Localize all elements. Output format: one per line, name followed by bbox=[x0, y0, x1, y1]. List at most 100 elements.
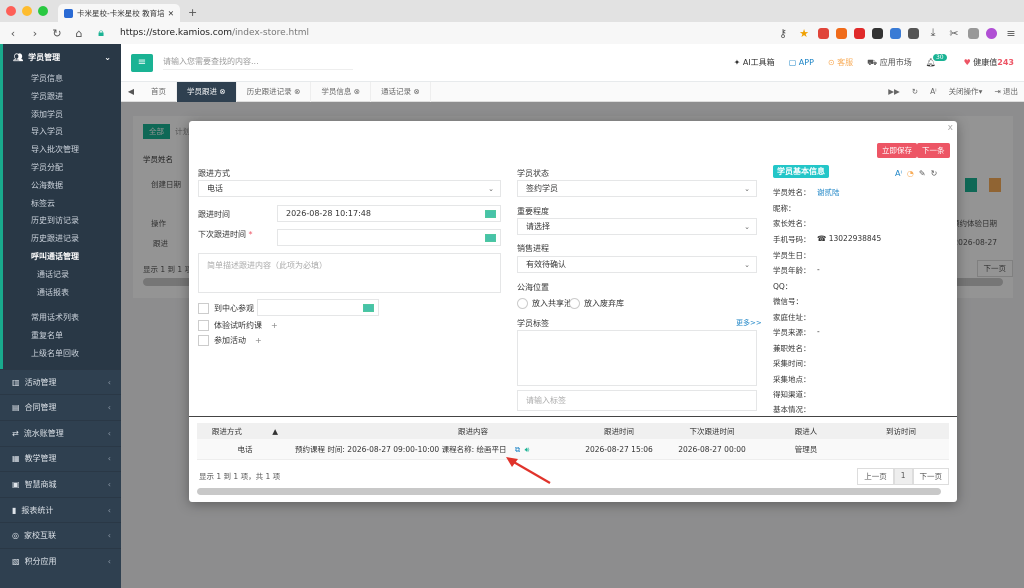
trial-class-checkbox[interactable]: 体验试听约课 + bbox=[198, 320, 278, 331]
extension-icon[interactable] bbox=[854, 27, 865, 39]
sidebar-sub-item[interactable]: 公海数据 bbox=[3, 177, 121, 195]
close-icon[interactable]: ⊗ bbox=[354, 87, 360, 96]
minimize-window-icon[interactable] bbox=[22, 6, 32, 16]
sidebar-sub-item[interactable]: 历史跟进记录 bbox=[3, 230, 121, 248]
extension-icon[interactable] bbox=[836, 27, 847, 39]
forward-icon[interactable]: › bbox=[28, 27, 42, 40]
sidebar-item-teaching[interactable]: ▦ 教学管理 ‹ bbox=[0, 445, 121, 472]
refresh-icon[interactable]: ↻ bbox=[931, 169, 938, 178]
address-bar[interactable]: https://store.kamios.com/index-store.htm… bbox=[120, 28, 309, 38]
sidebar-sub-item[interactable]: 导入批次管理 bbox=[3, 141, 121, 159]
checkbox-box[interactable] bbox=[198, 303, 209, 314]
column-header[interactable]: 跟进方式 ▲ bbox=[197, 426, 293, 437]
sidebar-sub-item[interactable]: 通话报表 bbox=[3, 284, 121, 302]
student-status-select[interactable]: 签约学员 ⌄ bbox=[517, 180, 757, 197]
save-now-button[interactable]: 立即保存 bbox=[877, 143, 917, 158]
sidebar-sub-item[interactable]: 学员信息 bbox=[3, 70, 121, 88]
tab-student-follow[interactable]: 学员跟进 ⊗ bbox=[177, 81, 237, 102]
key-icon[interactable]: ⚷ bbox=[776, 27, 790, 40]
table-scrollbar[interactable] bbox=[197, 488, 941, 495]
tabs-scroll-left-icon[interactable]: ◀ bbox=[121, 87, 141, 96]
sidebar-sub-item[interactable]: 导入学员 bbox=[3, 123, 121, 141]
sidebar-item-activity[interactable]: ▥ 活动管理 ‹ bbox=[0, 368, 121, 395]
plus-icon[interactable]: + bbox=[271, 321, 278, 330]
menu-icon[interactable]: ≡ bbox=[1004, 27, 1018, 40]
ai-toolbox-link[interactable]: ✦ AI工具箱 bbox=[734, 57, 775, 68]
tabs-scroll-right-icon[interactable]: ▶▶ bbox=[888, 87, 900, 96]
global-search-input[interactable]: 请输入您需要查找的内容... bbox=[163, 56, 353, 70]
radio-circle[interactable] bbox=[569, 298, 580, 309]
customer-service-link[interactable]: ⊙ 客服 bbox=[828, 57, 853, 68]
sales-process-select[interactable]: 有效待确认 ⌄ bbox=[517, 256, 757, 273]
sidebar-item-points[interactable]: ▧ 积分应用 ‹ bbox=[0, 547, 121, 574]
new-tab-icon[interactable]: + bbox=[188, 4, 197, 22]
close-icon[interactable]: ⊗ bbox=[413, 87, 419, 96]
pool-discard-radio[interactable]: 放入废弃库 bbox=[569, 298, 624, 309]
info-value[interactable]: ☎ 13022938845 bbox=[817, 234, 881, 243]
sidebar-sub-item[interactable]: 标签云 bbox=[3, 195, 121, 213]
sidebar-sub-group[interactable]: 呼叫通话管理 bbox=[3, 248, 121, 266]
speaker-icon[interactable]: 🔊︎ bbox=[525, 445, 530, 454]
close-tab-icon[interactable]: ✕ bbox=[168, 9, 174, 18]
sidebar-sub-item[interactable]: 学员分配 bbox=[3, 159, 121, 177]
student-name-link[interactable]: 谢贰陆 bbox=[817, 187, 840, 198]
importance-select[interactable]: 请选择 ⌄ bbox=[517, 218, 757, 235]
sidebar-item-reports[interactable]: ▮ 报表统计 ‹ bbox=[0, 496, 121, 523]
sidebar-sub-item[interactable]: 上级名单回收 bbox=[3, 345, 121, 363]
maximize-window-icon[interactable] bbox=[38, 6, 48, 16]
next-record-button[interactable]: 下一条 bbox=[917, 143, 950, 158]
ai-icon[interactable]: Aⁱ bbox=[895, 169, 902, 178]
health-value[interactable]: ♥ 健康值243 bbox=[964, 57, 1014, 68]
close-window-icon[interactable] bbox=[6, 6, 16, 16]
next-time-input[interactable] bbox=[277, 229, 501, 246]
sidebar-sub-item[interactable]: 历史到访记录 bbox=[3, 212, 121, 230]
tab-student-info[interactable]: 学员信息 ⊗ bbox=[311, 81, 372, 102]
edit-icon[interactable]: ✎ bbox=[919, 169, 926, 178]
logout-link[interactable]: ⇥ 退出 bbox=[994, 86, 1018, 97]
close-ops-dropdown[interactable]: 关闭操作▾ bbox=[949, 86, 983, 97]
sidebar-sub-item[interactable]: 添加学员 bbox=[3, 106, 121, 124]
extension-icon[interactable] bbox=[968, 27, 979, 39]
sort-asc-icon[interactable]: ▲ bbox=[272, 427, 278, 436]
follow-time-input[interactable]: 2026-08-28 10:17:48 bbox=[277, 205, 501, 222]
tab-home[interactable]: 首页 bbox=[141, 81, 177, 102]
reload-icon[interactable]: ↻ bbox=[50, 27, 64, 40]
close-icon[interactable]: ⊗ bbox=[219, 87, 225, 96]
ai-icon[interactable]: Aⁱ bbox=[930, 87, 936, 96]
prev-page-button[interactable]: 上一页 bbox=[857, 468, 894, 485]
home-icon[interactable]: ⌂ bbox=[72, 27, 86, 40]
sidebar-item-contract[interactable]: ▤ 合同管理 ‹ bbox=[0, 394, 121, 420]
follow-way-select[interactable]: 电话 ⌄ bbox=[198, 180, 501, 197]
tab-call-records[interactable]: 通话记录 ⊗ bbox=[371, 81, 431, 102]
tab-history-follow[interactable]: 历史跟进记录 ⊗ bbox=[237, 81, 312, 102]
sidebar-sub-item[interactable]: 学员跟进 bbox=[3, 88, 121, 106]
refresh-icon[interactable]: ↻ bbox=[912, 87, 918, 96]
sidebar-sub-item[interactable]: 常用话术列表 bbox=[3, 309, 121, 327]
close-icon[interactable]: ⊗ bbox=[294, 87, 300, 96]
camera-icon[interactable] bbox=[908, 27, 919, 39]
comment-icon[interactable]: ◔ bbox=[907, 169, 914, 178]
bell-icon[interactable]: 🔔︎30 bbox=[926, 54, 950, 67]
app-market-link[interactable]: ⛟ 应用市场 bbox=[867, 57, 912, 68]
pool-shared-radio[interactable]: 放入共享池 bbox=[517, 298, 572, 309]
calendar-icon[interactable] bbox=[485, 233, 496, 242]
checkbox-box[interactable] bbox=[198, 320, 209, 331]
sidebar-item-mall[interactable]: ▣ 智慧商城 ‹ bbox=[0, 471, 121, 497]
activity-checkbox[interactable]: 参加活动 + bbox=[198, 335, 262, 346]
calendar-icon[interactable] bbox=[485, 209, 496, 218]
scissors-icon[interactable]: ✂ bbox=[947, 27, 961, 40]
visit-center-checkbox[interactable]: 到中心参观 bbox=[198, 303, 254, 314]
extension-icon[interactable] bbox=[818, 27, 829, 39]
visit-date-input[interactable] bbox=[257, 299, 379, 316]
plus-icon[interactable]: + bbox=[255, 336, 262, 345]
browser-tab[interactable]: 卡米星校-卡米星校 教育培训L ✕ bbox=[58, 4, 180, 22]
extension-icon[interactable] bbox=[986, 27, 997, 39]
radio-circle[interactable] bbox=[517, 298, 528, 309]
sidebar-sub-item[interactable]: 通话记录 bbox=[3, 266, 121, 284]
page-number-button[interactable]: 1 bbox=[893, 468, 913, 485]
checkbox-box[interactable] bbox=[198, 335, 209, 346]
table-row[interactable]: 电话 预约课程 时间: 2026-08-27 09:00-10:00 课程名称:… bbox=[197, 439, 949, 460]
next-page-button[interactable]: 下一页 bbox=[912, 468, 949, 485]
calendar-icon[interactable] bbox=[363, 303, 374, 312]
download-icon[interactable]: ⤓ bbox=[926, 26, 940, 40]
